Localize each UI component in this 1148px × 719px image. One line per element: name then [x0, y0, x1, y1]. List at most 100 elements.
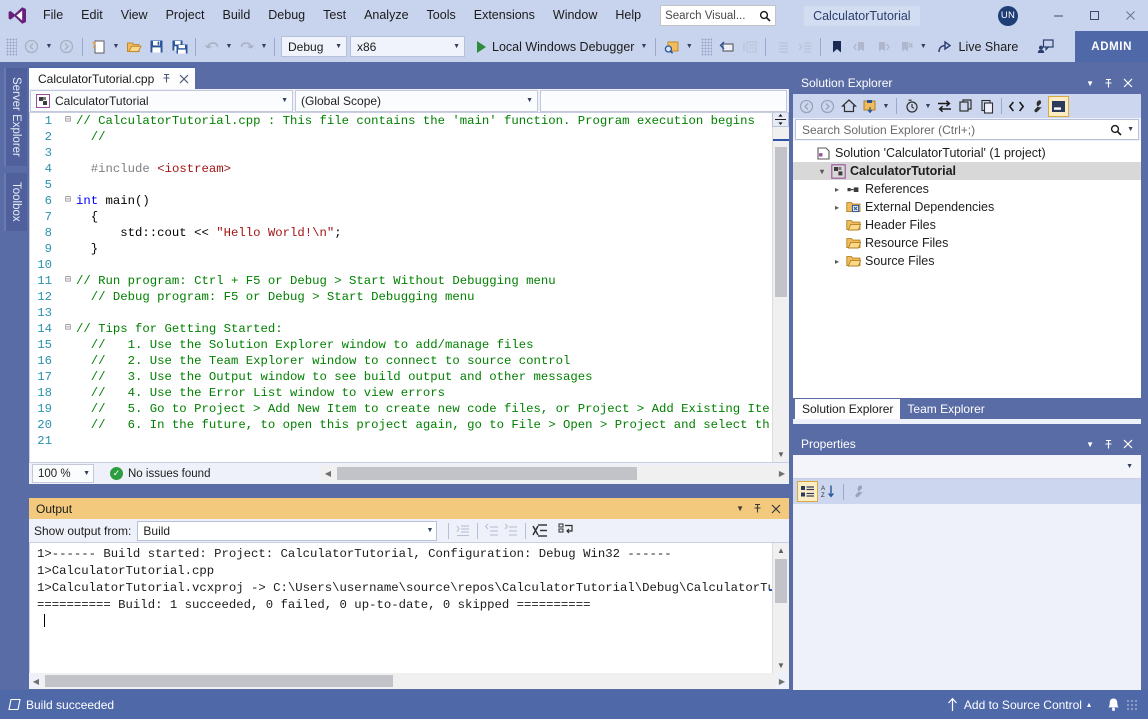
- menu-analyze[interactable]: Analyze: [355, 4, 417, 27]
- tree-item[interactable]: Resource Files: [793, 234, 1141, 252]
- preview-selected-items-icon[interactable]: [1048, 96, 1069, 117]
- sidebar-tab-toolbox[interactable]: Toolbox: [4, 173, 27, 231]
- scroll-left-icon[interactable]: ◀: [321, 469, 335, 478]
- comment-selection-icon[interactable]: [738, 35, 761, 58]
- menu-file[interactable]: File: [34, 4, 72, 27]
- home-icon[interactable]: [838, 96, 859, 117]
- output-text-area[interactable]: 1>------ Build started: Project: Calcula…: [29, 543, 789, 673]
- sync-with-active-document-icon[interactable]: [934, 96, 955, 117]
- hscroll-track[interactable]: [335, 465, 775, 482]
- menu-extensions[interactable]: Extensions: [465, 4, 544, 27]
- output-vertical-scrollbar[interactable]: ▲ ▼: [772, 543, 789, 673]
- scroll-up-icon[interactable]: ▲: [773, 543, 789, 558]
- avatar[interactable]: UN: [998, 6, 1018, 26]
- code-line[interactable]: 15 // 1. Use the Solution Explorer windo…: [30, 337, 772, 353]
- maximize-button[interactable]: [1076, 0, 1112, 31]
- tree-item[interactable]: Header Files: [793, 216, 1141, 234]
- zoom-dropdown[interactable]: 100 % ▼: [32, 464, 94, 483]
- menu-build[interactable]: Build: [213, 4, 259, 27]
- code-line[interactable]: 3: [30, 145, 772, 161]
- solution-explorer-search-input[interactable]: Search Solution Explorer (Ctrl+;) ▼: [795, 119, 1139, 140]
- live-share-button[interactable]: Live Share: [931, 35, 1025, 58]
- pin-icon[interactable]: [161, 73, 172, 84]
- toggle-bookmark-icon[interactable]: [825, 35, 848, 58]
- open-file-icon[interactable]: [122, 35, 145, 58]
- navigate-forward-icon[interactable]: [55, 35, 78, 58]
- navigate-backward-dropdown-icon[interactable]: ▼: [43, 35, 55, 58]
- code-line[interactable]: 21: [30, 433, 772, 449]
- scrollbar-thumb[interactable]: [775, 559, 787, 603]
- scroll-down-icon[interactable]: ▼: [773, 658, 789, 673]
- tree-twisty-icon[interactable]: ▾: [814, 167, 830, 176]
- chevron-down-icon[interactable]: ▼: [1127, 126, 1134, 133]
- tab-solution-explorer[interactable]: Solution Explorer: [795, 399, 900, 419]
- resize-grip[interactable]: [1126, 699, 1138, 711]
- editor-vertical-scrollbar[interactable]: ▲ ▼: [772, 113, 789, 462]
- toolbar-grip[interactable]: [6, 38, 17, 56]
- feedback-icon[interactable]: [1034, 35, 1057, 58]
- pin-icon[interactable]: [752, 503, 763, 514]
- ohscroll-track[interactable]: [43, 673, 775, 689]
- menu-edit[interactable]: Edit: [72, 4, 112, 27]
- split-view-icon[interactable]: [772, 113, 789, 127]
- tree-item[interactable]: ▾CalculatorTutorial: [793, 162, 1141, 180]
- properties-object-dropdown[interactable]: ▼: [793, 455, 1141, 479]
- code-line[interactable]: 9 }: [30, 241, 772, 257]
- decrease-indent-icon[interactable]: [770, 35, 793, 58]
- issues-status[interactable]: ✓ No issues found: [110, 467, 210, 480]
- back-icon[interactable]: [796, 96, 817, 117]
- scroll-right-icon[interactable]: ▶: [775, 469, 789, 478]
- increase-indent-icon[interactable]: [793, 35, 816, 58]
- code-line[interactable]: 20 // 6. In the future, to open this pro…: [30, 417, 772, 433]
- code-line[interactable]: 14⊟// Tips for Getting Started:: [30, 321, 772, 337]
- save-all-icon[interactable]: [168, 35, 191, 58]
- toolbar-grip-2[interactable]: [701, 38, 712, 56]
- tree-item[interactable]: ▸Source Files: [793, 252, 1141, 270]
- ohscroll-thumb[interactable]: [45, 675, 393, 687]
- menu-project[interactable]: Project: [157, 4, 214, 27]
- tree-twisty-icon[interactable]: ▸: [829, 203, 845, 212]
- editor-horizontal-scrollbar[interactable]: ◀ ▶: [321, 465, 789, 482]
- fold-toggle-icon[interactable]: ⊟: [62, 273, 74, 289]
- view-code-icon[interactable]: [1006, 96, 1027, 117]
- redo-icon[interactable]: [235, 35, 258, 58]
- chevron-down-icon[interactable]: ▼: [640, 43, 647, 50]
- menu-debug[interactable]: Debug: [259, 4, 314, 27]
- minimize-button[interactable]: [1040, 0, 1076, 31]
- tree-item[interactable]: ▸External Dependencies: [793, 198, 1141, 216]
- property-pages-icon[interactable]: [848, 481, 869, 502]
- new-project-dropdown-icon[interactable]: ▼: [110, 35, 122, 58]
- pin-icon[interactable]: [1103, 439, 1114, 450]
- configuration-dropdown[interactable]: Debug ▼: [281, 36, 347, 57]
- menu-tools[interactable]: Tools: [418, 4, 465, 27]
- pending-changes-dropdown-icon[interactable]: ▼: [880, 95, 892, 118]
- chevron-down-icon[interactable]: ▼: [1086, 79, 1094, 88]
- menu-view[interactable]: View: [112, 4, 157, 27]
- find-in-files-icon[interactable]: [660, 35, 683, 58]
- menu-test[interactable]: Test: [314, 4, 355, 27]
- alphabetical-sort-icon[interactable]: AZ: [818, 481, 839, 502]
- code-line[interactable]: 1⊟// CalculatorTutorial.cpp : This file …: [30, 113, 772, 129]
- scroll-left-icon[interactable]: ◀: [29, 677, 43, 686]
- navbar-member-dropdown[interactable]: [540, 90, 787, 112]
- tab-team-explorer[interactable]: Team Explorer: [900, 399, 991, 419]
- code-line[interactable]: 11⊟// Run program: Ctrl + F5 or Debug > …: [30, 273, 772, 289]
- collapse-all-icon[interactable]: [976, 96, 997, 117]
- undo-dropdown-icon[interactable]: ▼: [223, 35, 235, 58]
- code-line[interactable]: 8 std::cout << "Hello World!\n";: [30, 225, 772, 241]
- solution-tree[interactable]: ■Solution 'CalculatorTutorial' (1 projec…: [793, 141, 1141, 398]
- code-line[interactable]: 5: [30, 177, 772, 193]
- start-debugging-button[interactable]: Local Windows Debugger ▼: [473, 35, 651, 58]
- properties-grid[interactable]: [793, 504, 1141, 687]
- sidebar-tab-server-explorer[interactable]: Server Explorer: [4, 68, 27, 166]
- forward-icon[interactable]: [817, 96, 838, 117]
- code-editor[interactable]: 1⊟// CalculatorTutorial.cpp : This file …: [29, 113, 789, 462]
- code-line[interactable]: 12 // Debug program: F5 or Debug > Start…: [30, 289, 772, 305]
- code-line[interactable]: 16 // 2. Use the Team Explorer window to…: [30, 353, 772, 369]
- add-to-source-control-button[interactable]: Add to Source Control ▴: [946, 697, 1091, 712]
- code-line[interactable]: 7 {: [30, 209, 772, 225]
- output-horizontal-scrollbar[interactable]: ◀ ▶: [29, 673, 789, 689]
- menu-window[interactable]: Window: [544, 4, 606, 27]
- code-line[interactable]: 19 // 5. Go to Project > Add New Item to…: [30, 401, 772, 417]
- properties-icon[interactable]: [1027, 96, 1048, 117]
